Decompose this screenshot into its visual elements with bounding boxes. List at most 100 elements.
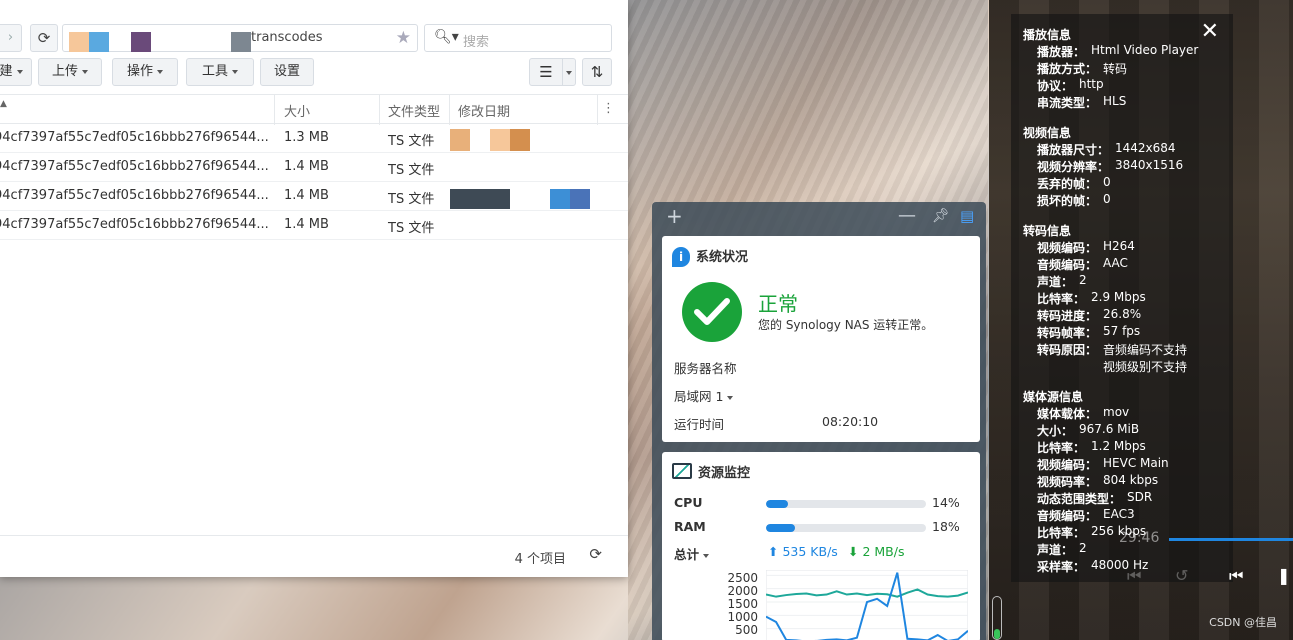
file-name: 94cf7397af55c7edf05c16bbb276f96544... <box>0 159 269 174</box>
info-key: 视频编码： <box>1037 458 1098 472</box>
info-key: 音频编码： <box>1037 509 1098 523</box>
progress-bar[interactable] <box>1169 538 1293 541</box>
info-value: 0 <box>1103 175 1111 189</box>
add-widget-icon[interactable]: + <box>666 204 683 228</box>
table-row[interactable]: 94cf7397af55c7edf05c16bbb276f96544... 1.… <box>0 211 628 240</box>
info-key: 声道： <box>1037 543 1074 557</box>
refresh-icon: ⟳ <box>37 29 51 47</box>
info-key: 串流类型： <box>1037 96 1098 110</box>
close-icon[interactable]: ✕ <box>1201 20 1219 44</box>
upload-label: 上传 <box>51 64 78 79</box>
item-count: 4 个项目 <box>514 552 566 567</box>
previous-icon[interactable]: ⏮ <box>1229 566 1243 586</box>
action-button[interactable]: 操作 <box>112 58 178 86</box>
create-button[interactable]: 建 <box>0 58 32 86</box>
sort-button[interactable]: ⇅ <box>582 58 612 86</box>
redacted-block <box>131 32 151 52</box>
y-tick: 1500 <box>727 597 758 611</box>
widget-panel: + — 📌︎ ▤ i 系统状况 正常 您的 Synology NAS 运转正常。 … <box>652 202 986 640</box>
current-time: 29:46 <box>1119 530 1160 546</box>
list-view-button[interactable]: ☰ <box>529 58 563 86</box>
info-value: 2 <box>1079 273 1087 287</box>
minimize-icon[interactable]: — <box>898 205 916 226</box>
pause-icon[interactable]: ❚❚ <box>1277 566 1293 585</box>
card-title: i 系统状况 <box>672 246 748 270</box>
rewind-icon[interactable]: ↺ <box>1175 566 1188 585</box>
view-dropdown-button[interactable] <box>562 58 576 86</box>
file-type: TS 文件 <box>388 134 435 149</box>
video-player[interactable]: ✕ 播放信息 播放器： Html Video Player 播放方式： 转码 协议： htt… <box>989 0 1293 640</box>
watermark: CSDN @佳昌 <box>1209 616 1277 629</box>
tools-button[interactable]: 工具 <box>186 58 254 86</box>
info-key: 大小： <box>1037 424 1074 438</box>
info-key: 比特率： <box>1037 441 1086 455</box>
action-toolbar: 建 上传 操作 工具 设置 ☰ ⇅ <box>0 58 628 86</box>
status-state: 正常 <box>758 292 798 316</box>
info-value: 804 kbps <box>1103 473 1159 487</box>
upload-button[interactable]: 上传 <box>38 58 102 86</box>
download-rate: ⬇ 2 MB/s <box>848 544 904 559</box>
skip-back-icon[interactable]: ⏮ <box>1127 566 1141 586</box>
column-divider <box>597 95 598 125</box>
table-header: ▲ 大小 文件类型 修改日期 ⋮ <box>0 94 628 125</box>
refresh-icon[interactable]: ⟳ <box>589 545 602 563</box>
info-value: 1442x684 <box>1115 141 1176 155</box>
search-field[interactable]: 🔍︎▾ 搜索 <box>424 24 612 52</box>
info-key: 转码原因： <box>1037 343 1098 357</box>
redacted-block <box>510 129 530 151</box>
address-toolbar: › ⟳ transcodes ★ 🔍︎▾ 搜索 <box>0 24 628 52</box>
ram-label: RAM <box>674 519 706 534</box>
info-key: 协议： <box>1037 79 1074 93</box>
tools-label: 工具 <box>201 64 228 79</box>
uptime-value: 08:20:10 <box>822 414 879 429</box>
table-row[interactable]: 94cf7397af55c7edf05c16bbb276f96544... 1.… <box>0 124 628 153</box>
info-value: 音频编码不支持 <box>1103 343 1188 357</box>
info-key: 播放器尺寸： <box>1037 143 1110 157</box>
col-size[interactable]: 大小 <box>284 101 310 120</box>
info-key: 丢弃的帧： <box>1037 177 1098 191</box>
forward-button[interactable]: › <box>0 24 22 52</box>
col-modified[interactable]: 修改日期 <box>458 101 510 120</box>
info-value: mov <box>1103 405 1130 419</box>
search-placeholder: 搜索 <box>463 35 490 50</box>
redacted-block <box>550 189 570 209</box>
resource-monitor-card: 资源监控 CPU 14% RAM 18% 总计 ⬆ 535 KB/s ⬇ 2 M… <box>662 452 980 640</box>
monitor-icon <box>672 463 692 479</box>
table-row[interactable]: 94cf7397af55c7edf05c16bbb276f96544... 1.… <box>0 182 628 211</box>
info-value: 57 fps <box>1103 324 1141 338</box>
widget-toolbar: + — 📌︎ ▤ <box>652 202 986 232</box>
layout-icon[interactable]: ▤ <box>960 207 974 225</box>
info-value: 2 <box>1079 541 1087 555</box>
pin-icon[interactable]: 📌︎ <box>932 208 950 224</box>
cpu-label: CPU <box>674 495 703 510</box>
info-section-title: 视频信息 <box>1023 126 1072 140</box>
volume-slider[interactable] <box>992 596 1002 640</box>
network-label: 局域网 1 <box>674 389 724 404</box>
col-type[interactable]: 文件类型 <box>388 101 440 120</box>
column-divider <box>379 95 380 125</box>
file-size: 1.4 MB <box>284 188 329 203</box>
refresh-button[interactable]: ⟳ <box>30 24 58 52</box>
info-value: 视频级别不支持 <box>1103 360 1188 374</box>
info-value: HEVC Main <box>1103 456 1169 470</box>
y-tick: 1000 <box>727 610 758 624</box>
column-menu-icon[interactable]: ⋮ <box>602 101 615 116</box>
volume-level <box>994 629 1000 639</box>
file-type: TS 文件 <box>388 221 435 236</box>
path-bar[interactable]: transcodes ★ <box>62 24 418 52</box>
playback-info-overlay: ✕ 播放信息 播放器： Html Video Player 播放方式： 转码 协议： htt… <box>1011 14 1233 582</box>
sort-asc-icon: ▲ <box>0 99 7 109</box>
cpu-bar-fill <box>766 500 789 508</box>
cpu-percent: 14% <box>932 495 960 510</box>
star-icon[interactable]: ★ <box>396 28 411 48</box>
info-key: 播放器： <box>1037 45 1086 59</box>
download-arrow-icon: ⬇ <box>848 544 859 559</box>
table-row[interactable]: 94cf7397af55c7edf05c16bbb276f96544... 1.… <box>0 153 628 182</box>
total-dropdown[interactable]: 总计 <box>674 544 710 563</box>
network-dropdown[interactable]: 局域网 1 <box>674 386 734 405</box>
info-value: EAC3 <box>1103 507 1135 521</box>
info-icon: i <box>672 247 690 267</box>
settings-button[interactable]: 设置 <box>260 58 314 86</box>
info-value: 转码 <box>1103 62 1128 76</box>
info-key: 转码帧率： <box>1037 326 1098 340</box>
